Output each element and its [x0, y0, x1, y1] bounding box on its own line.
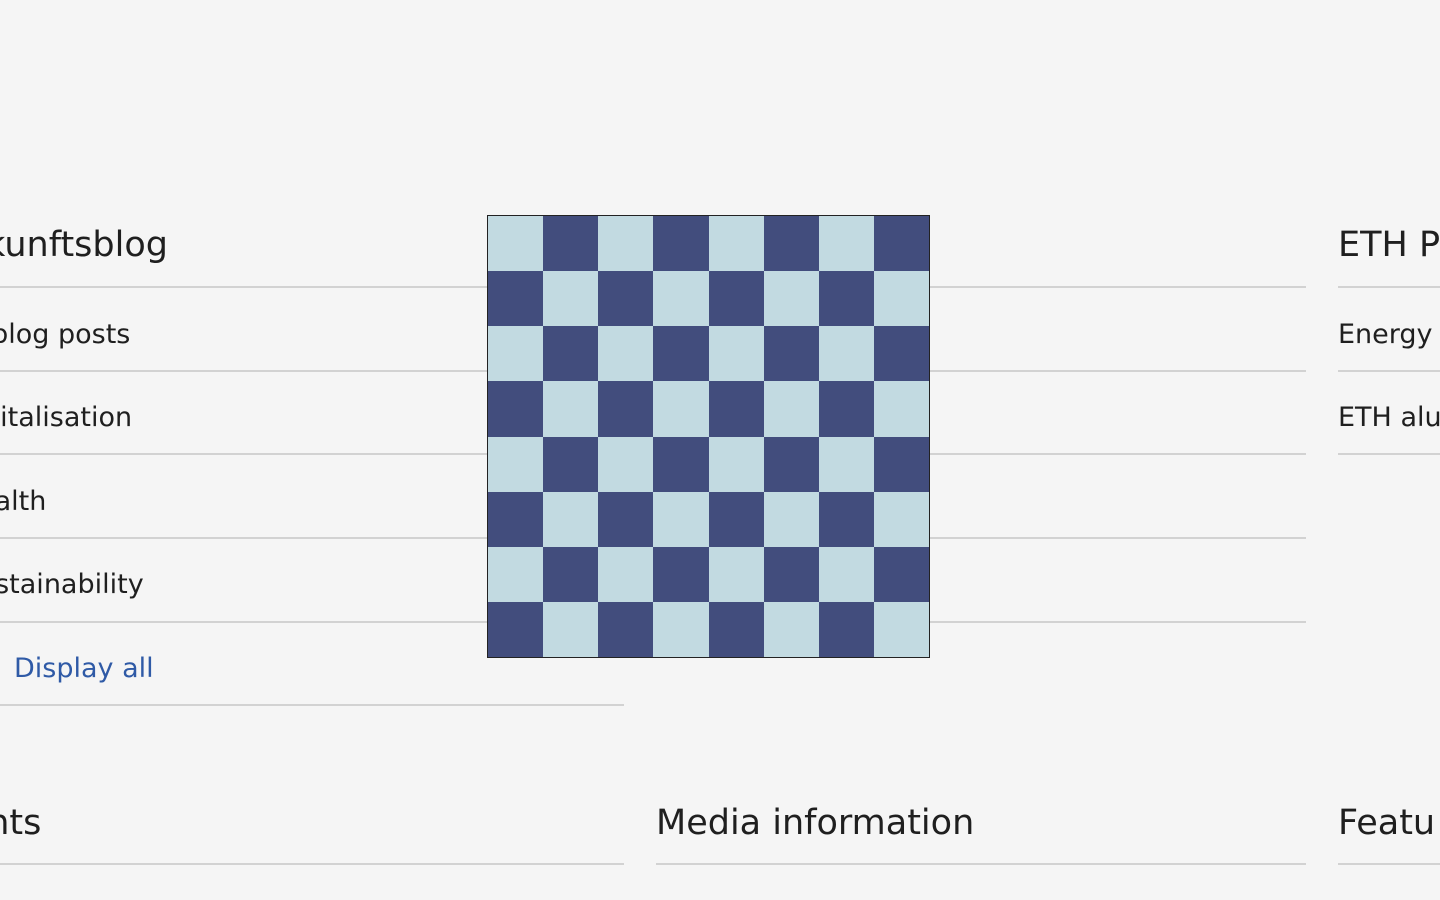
checker-cell — [818, 601, 874, 657]
checker-cell — [873, 601, 929, 657]
checker-cell — [543, 271, 599, 327]
checker-cell — [543, 546, 599, 602]
checker-cell — [873, 216, 929, 272]
checker-cell — [818, 271, 874, 327]
divider — [0, 704, 624, 706]
checker-cell — [708, 216, 764, 272]
checker-cell — [873, 271, 929, 327]
checker-cell — [818, 216, 874, 272]
checker-cell — [653, 436, 709, 492]
checker-cell — [598, 381, 654, 437]
checker-cell — [708, 271, 764, 327]
checker-cell — [708, 436, 764, 492]
checker-cell — [708, 546, 764, 602]
checker-cell — [763, 326, 819, 382]
checker-cell — [543, 326, 599, 382]
divider — [1338, 863, 1440, 865]
checker-cell — [708, 491, 764, 547]
divider — [1338, 370, 1440, 372]
events-heading: vents — [0, 803, 42, 843]
divider — [1338, 453, 1440, 455]
checker-cell — [873, 326, 929, 382]
checker-cell — [873, 491, 929, 547]
checker-cell — [653, 216, 709, 272]
checker-cell — [598, 436, 654, 492]
checker-cell — [488, 381, 544, 437]
checker-cell — [763, 546, 819, 602]
features-heading: Featu — [1338, 803, 1436, 843]
checker-cell — [708, 381, 764, 437]
checker-cell — [543, 381, 599, 437]
checker-cell — [598, 491, 654, 547]
digitalisation-link[interactable]: gitalisation — [0, 404, 132, 431]
checker-cell — [543, 216, 599, 272]
checker-cell — [488, 436, 544, 492]
checker-cell — [598, 326, 654, 382]
checker-cell — [598, 271, 654, 327]
checker-cell — [763, 216, 819, 272]
checker-cell — [488, 326, 544, 382]
checker-cell — [653, 271, 709, 327]
sustainability-link[interactable]: ustainability — [0, 571, 144, 598]
checker-cell — [818, 381, 874, 437]
checker-cell — [653, 381, 709, 437]
checker-cell — [543, 601, 599, 657]
checker-cell — [598, 216, 654, 272]
checker-cell — [708, 326, 764, 382]
display-all-link[interactable]: Display all — [14, 655, 154, 682]
zukunftsblog-heading: ukunftsblog — [0, 225, 168, 265]
checker-cell — [598, 601, 654, 657]
divider — [656, 863, 1306, 865]
checker-cell — [488, 601, 544, 657]
checker-cell — [873, 436, 929, 492]
divider — [0, 863, 624, 865]
checker-cell — [818, 491, 874, 547]
checker-cell — [763, 491, 819, 547]
energy-link[interactable]: Energy — [1338, 321, 1433, 348]
checker-cell — [763, 271, 819, 327]
checker-cell — [653, 546, 709, 602]
checker-cell — [818, 436, 874, 492]
checker-cell — [543, 436, 599, 492]
checker-cell — [543, 491, 599, 547]
checkerboard-overlay — [487, 215, 930, 658]
checker-cell — [653, 601, 709, 657]
checker-cell — [598, 546, 654, 602]
checker-cell — [708, 601, 764, 657]
eth-portal-heading: ETH P — [1338, 225, 1440, 265]
checker-cell — [488, 216, 544, 272]
checker-cell — [873, 546, 929, 602]
checker-cell — [653, 326, 709, 382]
checker-cell — [653, 491, 709, 547]
eth-alumni-link[interactable]: ETH alu — [1338, 404, 1440, 431]
checker-cell — [763, 381, 819, 437]
media-information-heading: Media information — [656, 803, 975, 843]
checker-cell — [488, 546, 544, 602]
page: ukunftsblog l blog posts gitalisation ea… — [0, 0, 1440, 900]
checker-cell — [763, 436, 819, 492]
all-blog-posts-link[interactable]: l blog posts — [0, 321, 130, 348]
divider — [1338, 286, 1440, 288]
checker-cell — [488, 271, 544, 327]
checker-cell — [488, 491, 544, 547]
checker-cell — [818, 326, 874, 382]
checker-cell — [763, 601, 819, 657]
checker-cell — [873, 381, 929, 437]
checker-cell — [818, 546, 874, 602]
health-link[interactable]: ealth — [0, 488, 46, 515]
